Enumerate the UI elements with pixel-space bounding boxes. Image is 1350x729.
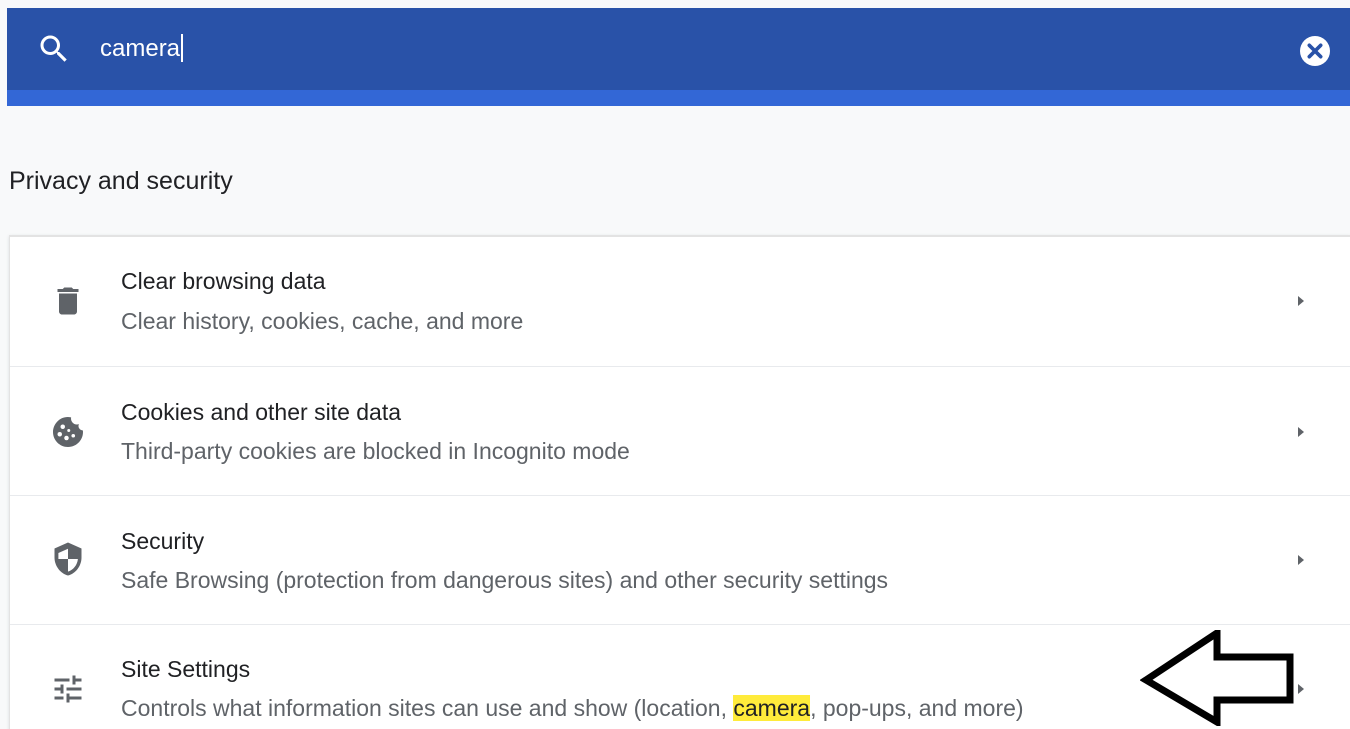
search-input[interactable]: camera	[100, 34, 184, 64]
shield-icon	[54, 542, 82, 576]
search-input-value: camera	[100, 35, 181, 62]
cookies-row[interactable]: Cookies and other site data Third-party …	[10, 366, 1350, 495]
settings-page: camera Privacy and security Clear browsi…	[0, 0, 1350, 729]
row-subtitle: Third-party cookies are blocked in Incog…	[121, 438, 630, 464]
row-title: Security	[121, 528, 205, 554]
chevron-right-icon	[1298, 555, 1304, 565]
row-title: Cookies and other site data	[121, 399, 402, 425]
row-title: Site Settings	[121, 656, 251, 682]
security-row[interactable]: Security Safe Browsing (protection from …	[10, 495, 1350, 624]
chevron-right-icon	[1298, 427, 1304, 437]
cookie-icon	[53, 416, 84, 447]
subtitle-part: , pop-ups, and more)	[810, 695, 1024, 721]
sliders-icon	[54, 675, 82, 703]
text-caret	[181, 34, 184, 62]
search-icon[interactable]	[36, 31, 72, 67]
search-highlight: camera	[733, 695, 811, 721]
clear-search-icon[interactable]	[1297, 33, 1333, 69]
subtitle-part: Controls what information sites can use …	[121, 695, 734, 721]
row-subtitle: Clear history, cookies, cache, and more	[121, 308, 524, 334]
row-title: Clear browsing data	[121, 268, 326, 294]
toolbar-accent-bar	[7, 90, 1350, 106]
row-subtitle: Safe Browsing (protection from dangerous…	[121, 567, 889, 593]
search-toolbar	[7, 8, 1350, 90]
clear-browsing-data-row[interactable]: Clear browsing data Clear history, cooki…	[10, 237, 1350, 365]
chevron-right-icon	[1298, 296, 1304, 306]
trash-icon	[57, 287, 79, 315]
row-subtitle: Controls what information sites can use …	[121, 695, 1024, 722]
section-heading: Privacy and security	[9, 167, 233, 195]
annotation-arrow-icon	[1140, 630, 1294, 726]
